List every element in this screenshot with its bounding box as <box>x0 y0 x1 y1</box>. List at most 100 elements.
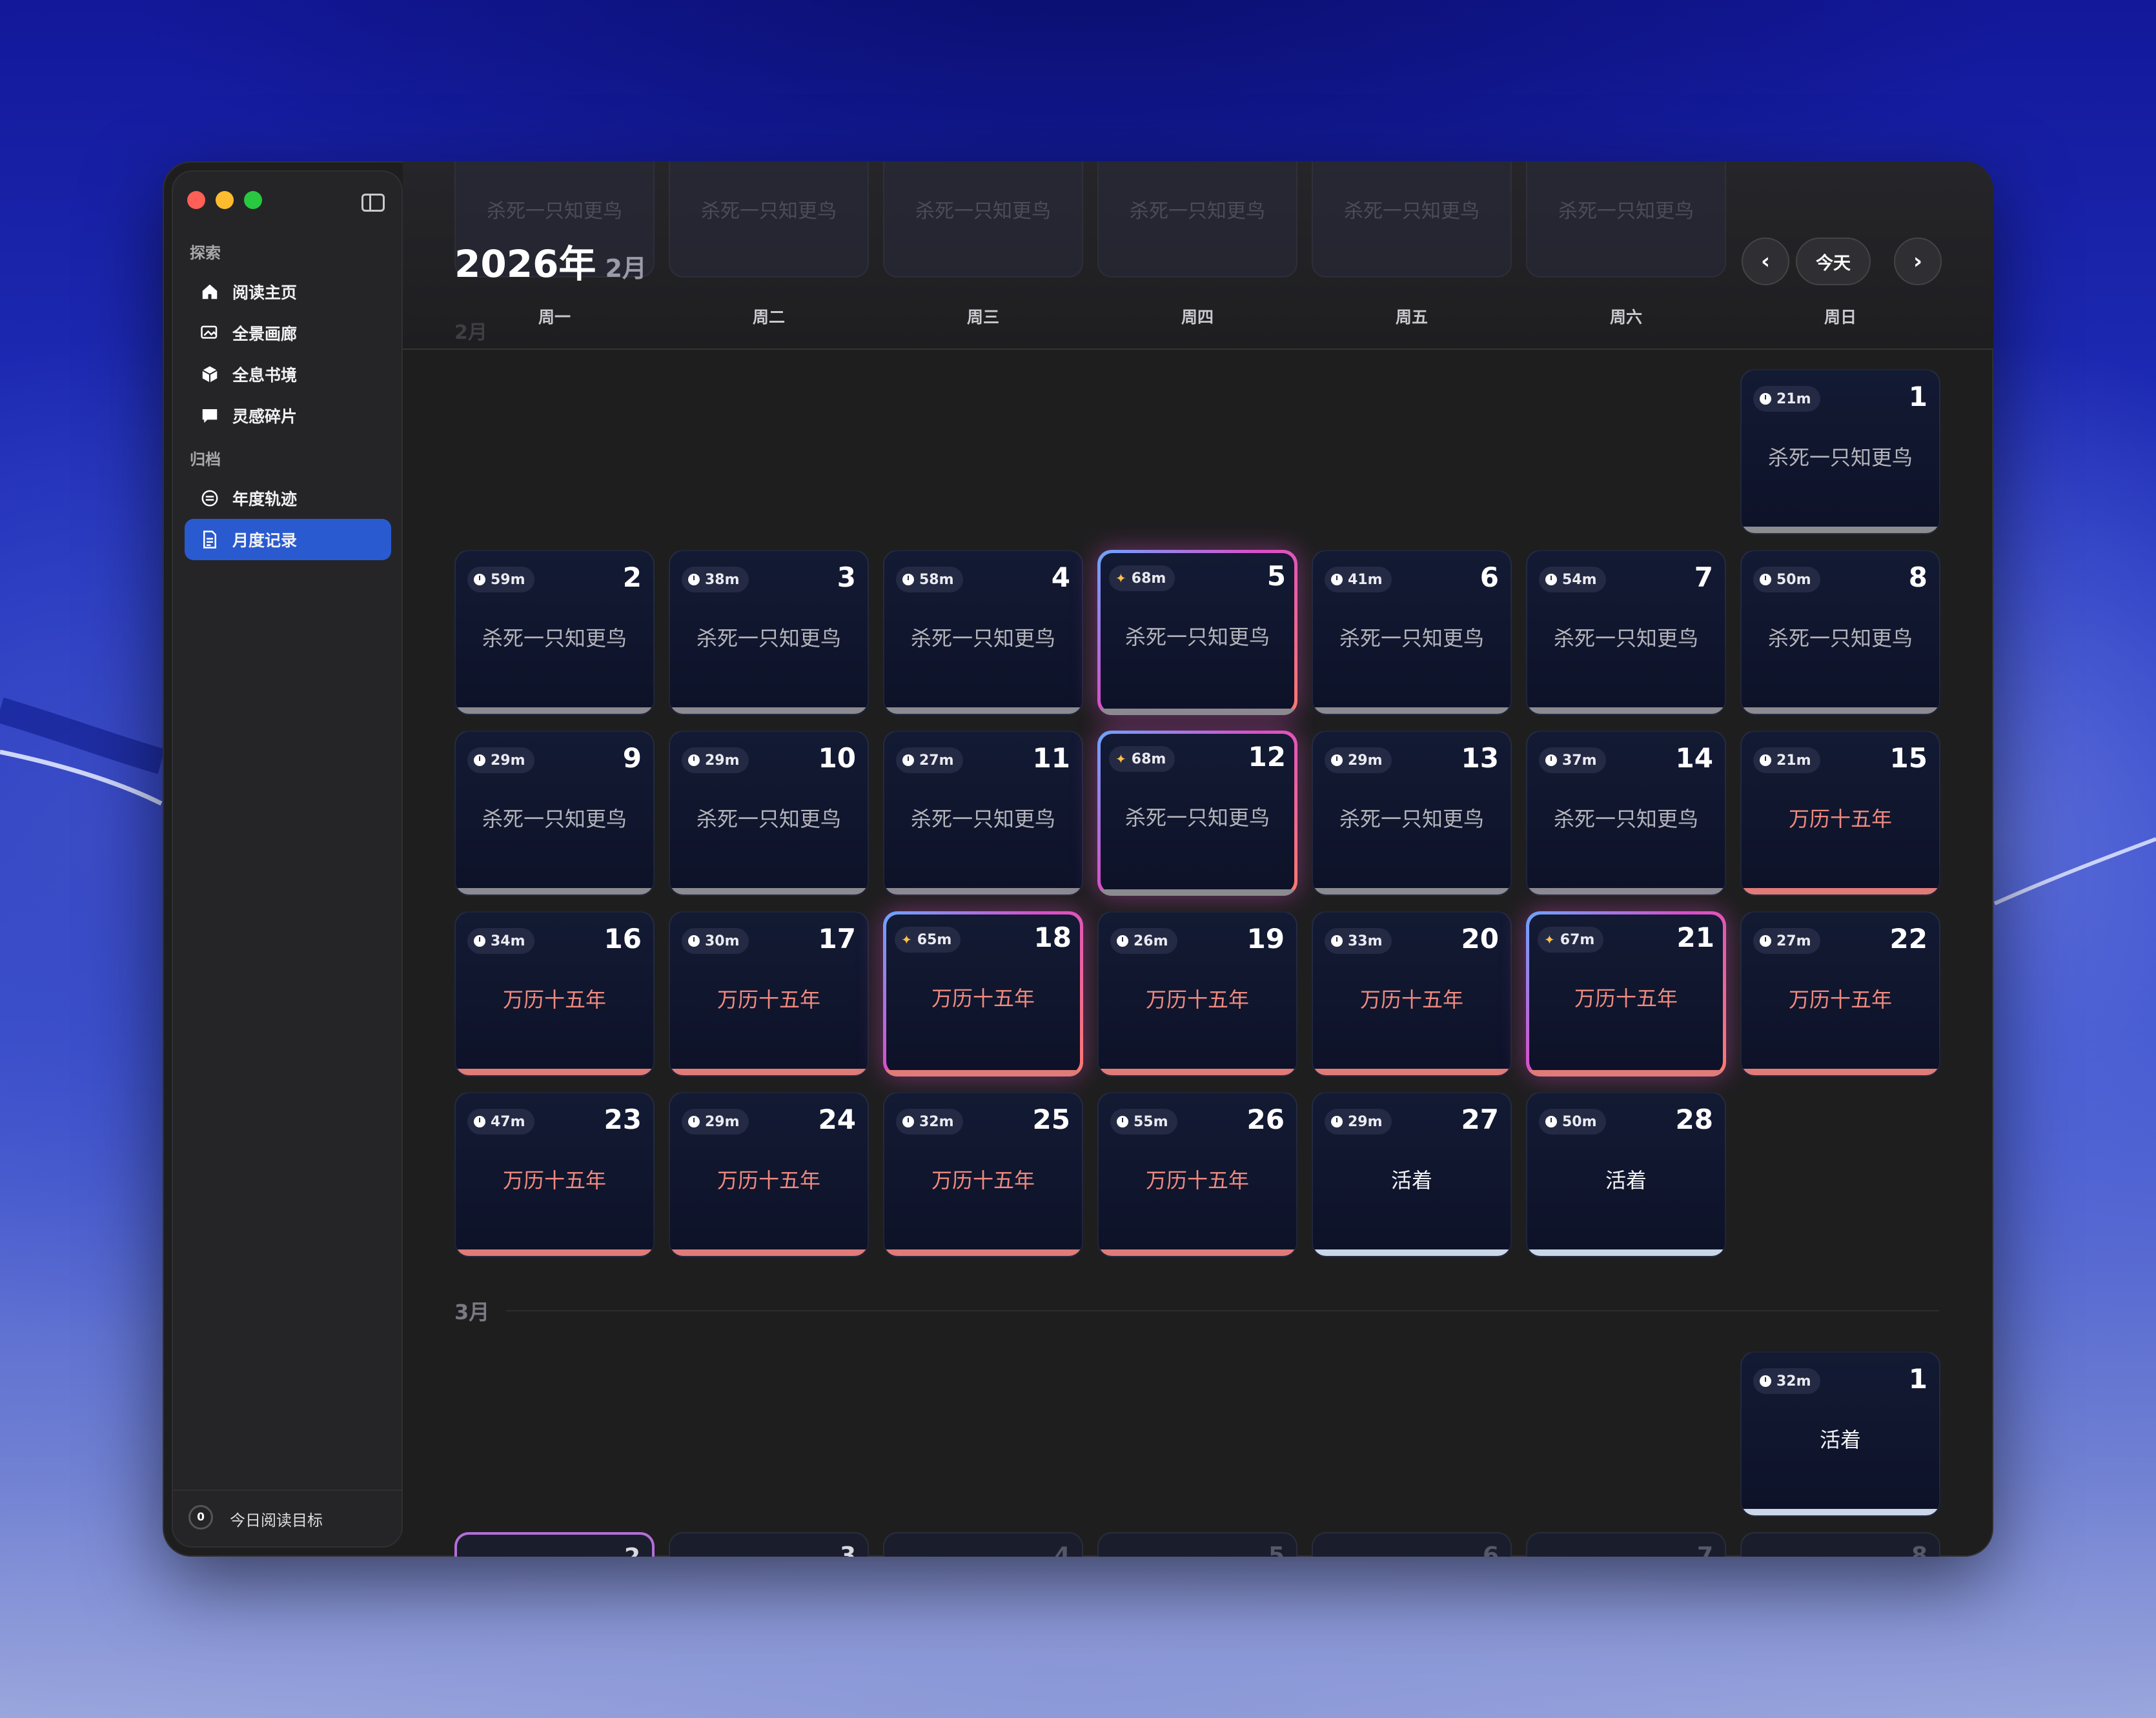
day-cell[interactable]: 58m 4 杀死一只知更鸟 <box>883 550 1083 715</box>
day-cell[interactable]: 29m 13 杀死一只知更鸟 <box>1312 731 1512 896</box>
day-cell[interactable]: 33m 20 万历十五年 <box>1312 911 1512 1076</box>
day-cell[interactable]: 21m 1 杀死一只知更鸟 <box>1740 369 1940 534</box>
zoom-window-button[interactable] <box>244 191 262 209</box>
reading-time-badge: 29m <box>467 747 534 773</box>
book-color-bar <box>1742 707 1939 714</box>
clock-icon <box>1545 754 1557 766</box>
sidebar-item-1[interactable]: 阅读主页 <box>185 271 391 312</box>
reading-time-badge: 29m <box>1325 747 1392 773</box>
day-cell[interactable]: ✦ 67m 21 万历十五年 <box>1526 911 1726 1076</box>
sidebar-item-6[interactable]: 月度记录 <box>185 519 391 560</box>
day-number: 9 <box>622 742 642 774</box>
book-color-bar <box>1097 709 1297 715</box>
book-color-bar <box>670 1069 868 1075</box>
section-explore: 探索 <box>190 244 221 262</box>
day-cell[interactable]: 27m 22 万历十五年 <box>1740 911 1940 1076</box>
day-cell-partial[interactable]: 3 <box>669 1532 869 1557</box>
day-cell[interactable]: 30m 17 万历十五年 <box>669 911 869 1076</box>
day-cell[interactable]: 29m 24 万历十五年 <box>669 1092 869 1257</box>
sidebar-item-2[interactable]: 全景画廊 <box>185 312 391 354</box>
day-cell-partial[interactable]: 2 <box>454 1532 655 1557</box>
day-cell[interactable]: 55m 26 万历十五年 <box>1097 1092 1297 1257</box>
prev-month-button[interactable]: ‹ <box>1742 237 1789 285</box>
reading-time-badge: 32m <box>896 1109 963 1135</box>
day-cell[interactable]: 29m 27 活着 <box>1312 1092 1512 1257</box>
day-cell-partial[interactable]: 5 <box>1097 1532 1297 1557</box>
clock-icon <box>1117 1116 1128 1127</box>
book-color-bar <box>1527 707 1725 714</box>
reading-time-badge: 21m <box>1753 747 1820 773</box>
book-title: 杀死一只知更鸟 <box>1553 626 1698 651</box>
day-number: 1 <box>1908 1363 1927 1395</box>
sidebar-item-4[interactable]: 灵感碎片 <box>185 395 391 436</box>
day-number: 13 <box>1461 742 1499 774</box>
next-month-button[interactable]: › <box>1894 237 1942 285</box>
day-cell-partial[interactable]: 7 <box>1526 1532 1726 1557</box>
clock-icon <box>474 935 485 947</box>
ghost-book-title: 杀死一只知更鸟 <box>1130 200 1265 223</box>
day-number: 7 <box>1694 561 1713 593</box>
day-cell-partial[interactable]: 4 <box>883 1532 1083 1557</box>
clock-icon <box>1331 1116 1343 1127</box>
day-cell[interactable]: ✦ 65m 18 万历十五年 <box>883 911 1083 1076</box>
book-color-bar <box>1742 1509 1939 1515</box>
app-window: 探索 阅读主页 全景画廊 全息书境 灵感碎片 归档 年度轨迹月度记录 0 今日阅读目标… <box>163 161 1993 1557</box>
today-button[interactable]: 今天 <box>1796 237 1871 285</box>
day-cell[interactable]: 47m 23 万历十五年 <box>454 1092 655 1257</box>
day-cell-partial[interactable]: 6 <box>1312 1532 1512 1557</box>
day-number: 20 <box>1461 923 1499 955</box>
day-number: 4 <box>1051 561 1070 593</box>
day-cell[interactable]: 37m 14 杀死一只知更鸟 <box>1526 731 1726 896</box>
chevron-left-icon: ‹ <box>1760 248 1770 274</box>
reading-time-badge: 32m <box>1753 1368 1820 1394</box>
day-cell[interactable]: 21m 15 万历十五年 <box>1740 731 1940 896</box>
book-title: 杀死一只知更鸟 <box>482 807 627 831</box>
day-number: 23 <box>604 1104 642 1135</box>
day-cell[interactable]: ✦ 68m 5 杀死一只知更鸟 <box>1097 550 1297 715</box>
reading-time-badge: ✦ 67m <box>1538 927 1604 953</box>
book-color-bar <box>1313 707 1510 714</box>
day-cell[interactable]: 38m 3 杀死一只知更鸟 <box>669 550 869 715</box>
book-title: 杀死一只知更鸟 <box>1767 626 1913 651</box>
day-cell-partial[interactable]: 8 <box>1740 1532 1940 1557</box>
day-cell[interactable]: 54m 7 杀死一只知更鸟 <box>1526 550 1726 715</box>
day-cell[interactable]: 59m 2 杀死一只知更鸟 <box>454 550 655 715</box>
sidebar-item-label: 年度轨迹 <box>232 490 298 509</box>
reading-time-badge: ✦ 65m <box>895 927 961 953</box>
day-cell[interactable]: 27m 11 杀死一只知更鸟 <box>883 731 1083 896</box>
section-archive: 归档 <box>190 450 221 469</box>
minimize-window-button[interactable] <box>216 191 234 209</box>
close-window-button[interactable] <box>187 191 205 209</box>
weekday-label: 周三 <box>966 308 999 327</box>
sparkle-icon: ✦ <box>1544 932 1555 947</box>
book-title: 杀死一只知更鸟 <box>1339 807 1484 831</box>
day-cell[interactable]: ✦ 68m 12 杀死一只知更鸟 <box>1097 731 1297 896</box>
day-cell[interactable]: 32m 25 万历十五年 <box>883 1092 1083 1257</box>
day-number: 11 <box>1032 742 1070 774</box>
clock-icon <box>688 1116 700 1127</box>
day-number: 3 <box>837 561 856 593</box>
day-cell[interactable]: 32m 1 活着 <box>1740 1351 1940 1517</box>
day-cell[interactable]: 29m 10 杀死一只知更鸟 <box>669 731 869 896</box>
book-title: 万历十五年 <box>717 987 820 1012</box>
sidebar-item-3[interactable]: 全息书境 <box>185 354 391 395</box>
day-number: 17 <box>818 923 856 955</box>
day-number: 3 <box>839 1542 856 1557</box>
ghost-book-title: 杀死一只知更鸟 <box>487 200 622 223</box>
day-number: 15 <box>1889 742 1927 774</box>
book-color-bar <box>670 1249 868 1256</box>
ghost-book-title: 杀死一只知更鸟 <box>1558 200 1694 223</box>
sidebar-item-5[interactable]: 年度轨迹 <box>185 478 391 519</box>
sidebar-toggle-icon[interactable] <box>361 194 385 212</box>
day-cell[interactable]: 34m 16 万历十五年 <box>454 911 655 1076</box>
daily-goal-footer[interactable]: 0 今日阅读目标 <box>173 1490 402 1546</box>
day-number: 27 <box>1461 1104 1499 1135</box>
book-title: 杀死一只知更鸟 <box>1124 625 1270 649</box>
day-cell[interactable]: 26m 19 万历十五年 <box>1097 911 1297 1076</box>
book-color-bar <box>456 1249 653 1256</box>
day-cell[interactable]: 50m 28 活着 <box>1526 1092 1726 1257</box>
day-cell[interactable]: 41m 6 杀死一只知更鸟 <box>1312 550 1512 715</box>
day-number: 2 <box>624 1544 640 1557</box>
day-cell[interactable]: 50m 8 杀死一只知更鸟 <box>1740 550 1940 715</box>
day-cell[interactable]: 29m 9 杀死一只知更鸟 <box>454 731 655 896</box>
